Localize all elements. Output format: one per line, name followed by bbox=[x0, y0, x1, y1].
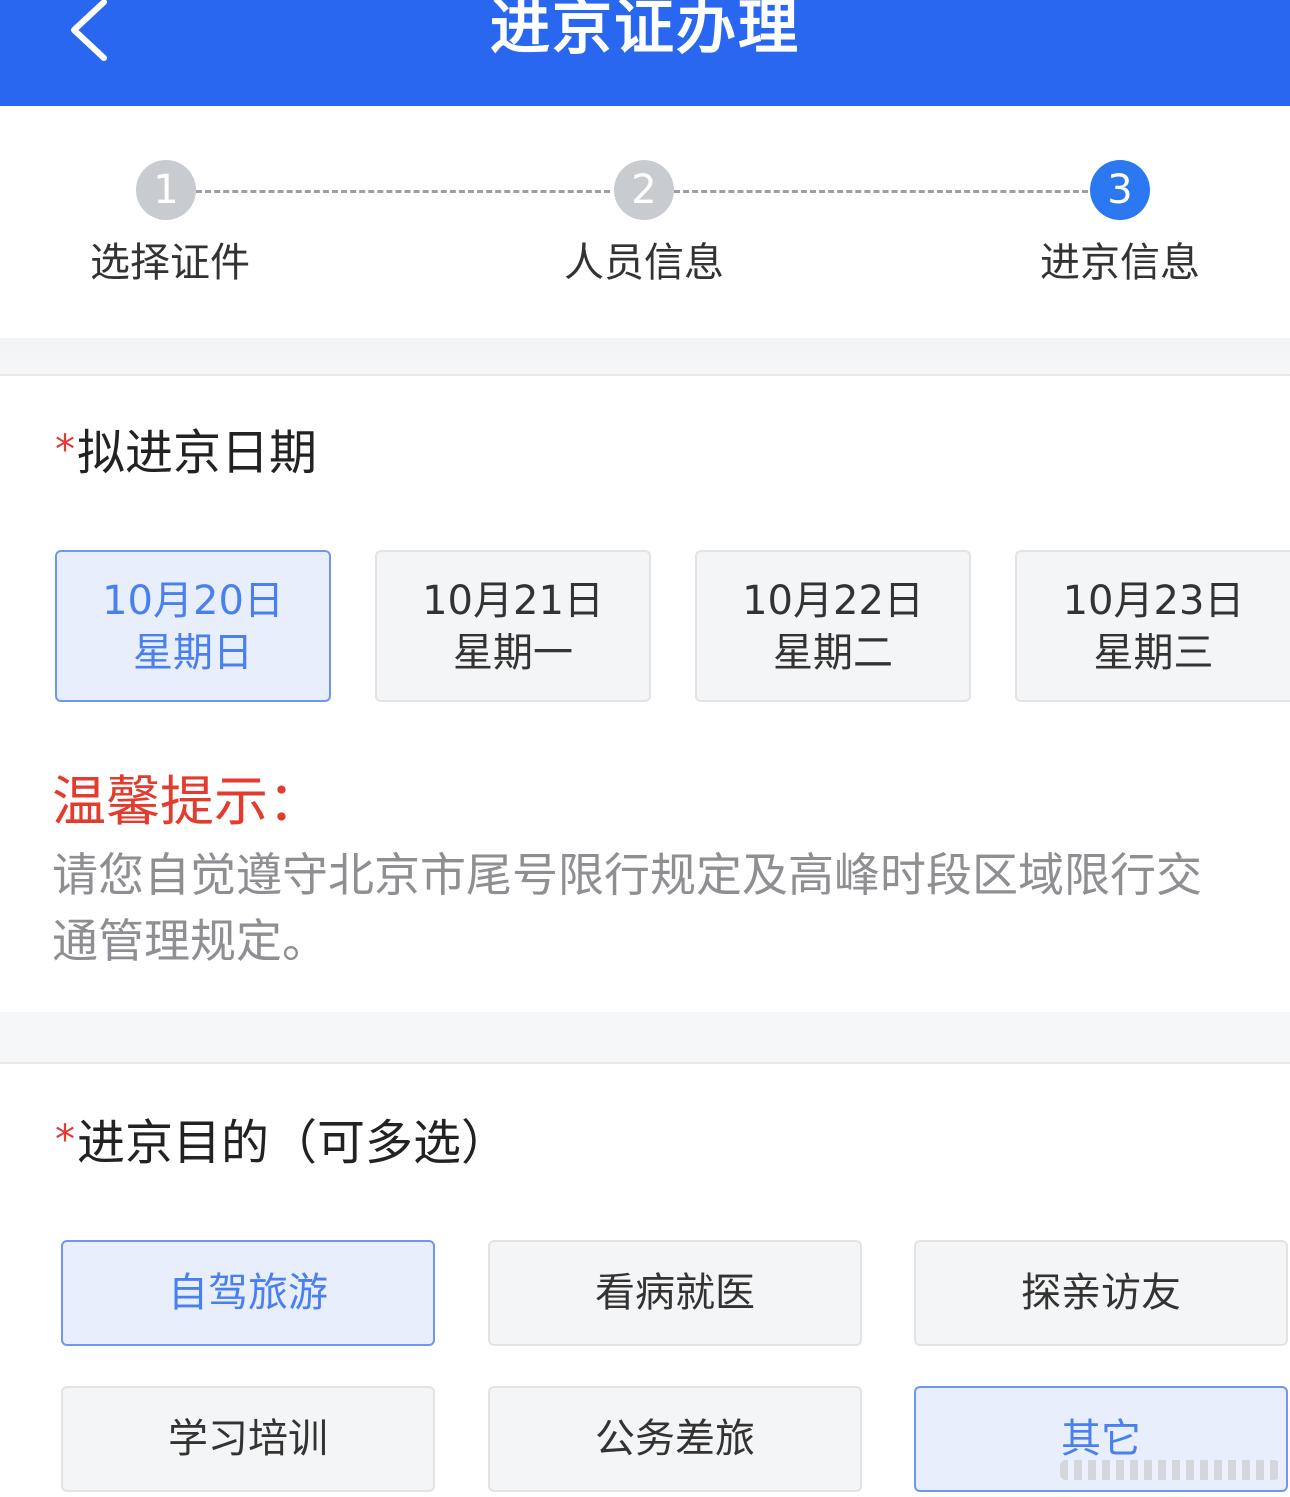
page-title: 进京证办理 bbox=[490, 0, 800, 63]
required-mark: * bbox=[55, 1117, 75, 1163]
date-text: 10月23日 bbox=[1062, 578, 1245, 624]
date-option-2[interactable]: 10月21日 星期一 bbox=[375, 550, 651, 702]
date-text: 10月21日 bbox=[422, 578, 604, 624]
step-2-label: 人员信息 bbox=[564, 240, 724, 286]
step-2-indicator: 2 bbox=[614, 160, 674, 220]
purpose-option-self-drive[interactable]: 自驾旅游 bbox=[61, 1240, 435, 1346]
weekday-text: 星期二 bbox=[773, 630, 893, 676]
weekday-text: 星期三 bbox=[1093, 630, 1214, 676]
date-section-title: *拟进京日期 bbox=[55, 420, 317, 483]
step-1-indicator: 1 bbox=[136, 160, 196, 220]
purpose-option-visit-family[interactable]: 探亲访友 bbox=[914, 1240, 1288, 1346]
step-connector bbox=[196, 190, 610, 193]
purpose-option-study[interactable]: 学习培训 bbox=[61, 1386, 435, 1492]
weekday-text: 星期日 bbox=[133, 630, 253, 676]
section-divider bbox=[0, 338, 1290, 376]
progress-steps: 1 2 3 选择证件 人员信息 进京信息 bbox=[0, 106, 1290, 338]
section-divider bbox=[0, 1012, 1290, 1064]
purpose-section-title: *进京目的（可多选） bbox=[55, 1110, 509, 1173]
top-bar: 进京证办理 bbox=[0, 0, 1290, 106]
date-option-3[interactable]: 10月22日 星期二 bbox=[695, 550, 971, 702]
purpose-section-label: 进京目的（可多选） bbox=[77, 1115, 510, 1171]
date-option-4[interactable]: 10月23日 星期三 bbox=[1015, 550, 1290, 702]
step-1-label: 选择证件 bbox=[90, 240, 250, 286]
step-3-label: 进京信息 bbox=[1040, 240, 1200, 286]
purpose-option-medical[interactable]: 看病就医 bbox=[488, 1240, 862, 1346]
purpose-option-business[interactable]: 公务差旅 bbox=[488, 1386, 862, 1492]
tip-body: 请您自觉遵守北京市尾号限行规定及高峰时段区域限行交通管理规定。 bbox=[52, 848, 1202, 968]
date-text: 10月22日 bbox=[742, 578, 924, 624]
step-connector bbox=[674, 190, 1088, 193]
step-3-indicator: 3 bbox=[1090, 160, 1150, 220]
date-text: 10月20日 bbox=[102, 578, 284, 624]
tip-title: 温馨提示： bbox=[52, 770, 322, 833]
weekday-text: 星期一 bbox=[453, 630, 573, 676]
required-mark: * bbox=[55, 427, 75, 473]
date-option-1[interactable]: 10月20日 星期日 bbox=[55, 550, 331, 702]
date-section-label: 拟进京日期 bbox=[77, 425, 318, 481]
home-indicator bbox=[1060, 1460, 1280, 1480]
